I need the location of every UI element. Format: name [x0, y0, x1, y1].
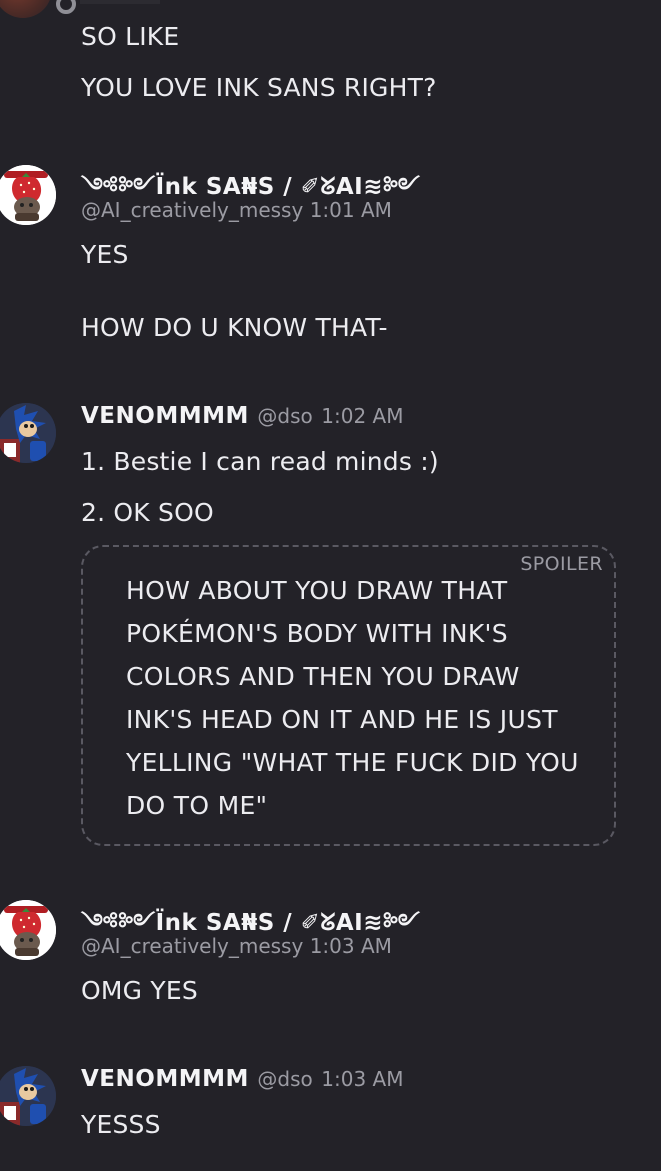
author-handle[interactable]: @dso — [257, 1067, 312, 1091]
previous-author-header — [80, 0, 160, 4]
author-name-text[interactable]: VENOMMMM — [81, 403, 249, 429]
message-text: OMG YES — [81, 976, 198, 1005]
user-avatar-ink[interactable] — [0, 900, 56, 960]
message-text: 2. OK SOO — [81, 498, 214, 527]
message-text: SO LIKE — [81, 22, 180, 51]
message-text: 1. Bestie I can read minds :) — [81, 447, 439, 476]
user-avatar-venom[interactable] — [0, 403, 56, 463]
author-handle[interactable]: @dso — [257, 404, 312, 428]
author-name-text[interactable]: VENOMMMM — [81, 1066, 249, 1092]
message-text: YESSS — [81, 1110, 161, 1139]
message-meta: @AI_creatively_messy 1:03 AM — [81, 934, 392, 958]
sonic-avatar-icon — [0, 403, 56, 463]
user-avatar-venom[interactable] — [0, 1066, 56, 1126]
user-avatar-ink[interactable] — [0, 165, 56, 225]
message-text: YES — [81, 240, 129, 269]
message-author-name[interactable]: VENOMMMM @dso 1:03 AM — [81, 1066, 403, 1092]
previous-author-avatar[interactable] — [0, 0, 52, 18]
message-meta: @AI_creatively_messy 1:01 AM — [81, 198, 392, 222]
strawberry-cat-avatar-icon — [0, 900, 56, 960]
strawberry-cat-avatar-icon — [0, 165, 56, 225]
message-text: HOW DO U KNOW THAT- — [81, 313, 388, 342]
author-handle[interactable]: @AI_creatively_messy — [81, 198, 303, 222]
message-timestamp: 1:03 AM — [321, 1067, 404, 1091]
spoiler-block[interactable]: SPOILER HOW ABOUT YOU DRAW THAT POKÉMON'… — [81, 545, 616, 846]
message-timestamp: 1:03 AM — [309, 934, 392, 958]
message-text: YOU LOVE INK SANS RIGHT? — [81, 73, 437, 102]
chat-messages[interactable]: SO LIKE YOU LOVE INK SANS RIGHT? ༺༻Ïnk S… — [0, 0, 661, 1171]
author-handle[interactable]: @AI_creatively_messy — [81, 934, 303, 958]
status-ring-icon — [56, 0, 76, 14]
sonic-avatar-icon — [0, 1066, 56, 1126]
message-timestamp: 1:02 AM — [321, 404, 404, 428]
message-timestamp: 1:01 AM — [309, 198, 392, 222]
spoiler-text: HOW ABOUT YOU DRAW THAT POKÉMON'S BODY W… — [126, 576, 579, 820]
message-author-name[interactable]: VENOMMMM @dso 1:02 AM — [81, 403, 403, 429]
